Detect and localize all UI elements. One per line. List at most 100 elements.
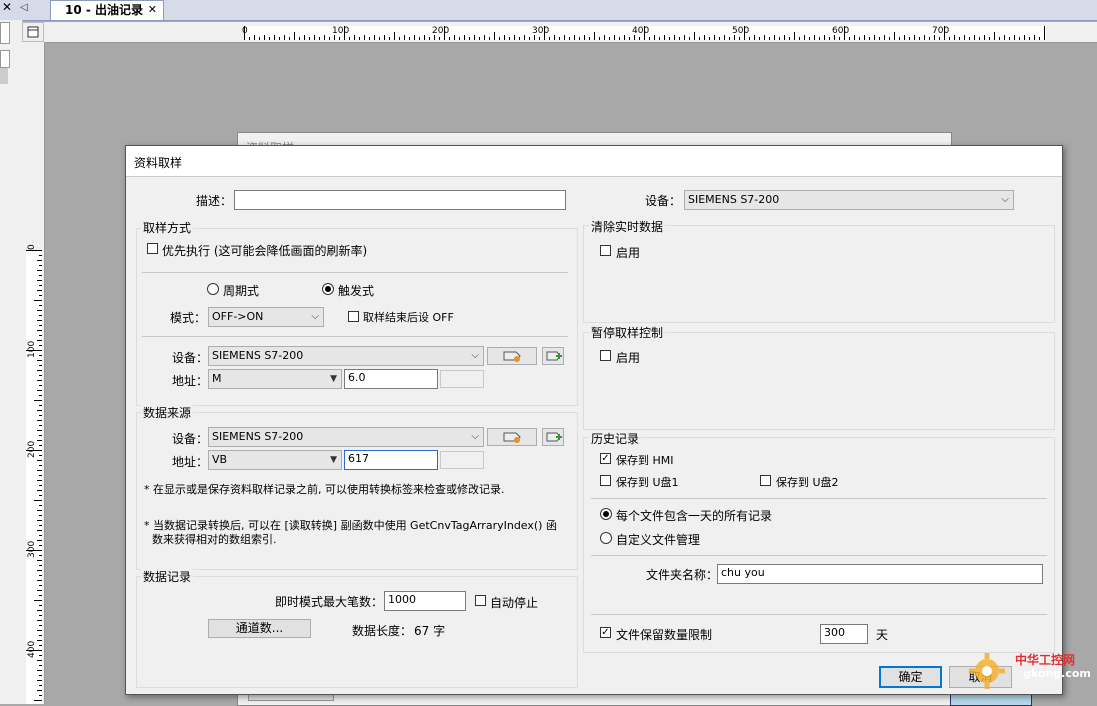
divider bbox=[142, 272, 568, 273]
radio-dot bbox=[325, 286, 331, 292]
watermark-url: gkong.com bbox=[1023, 667, 1091, 680]
dialog-title: 资料取样 bbox=[134, 156, 183, 170]
left-panel bbox=[0, 20, 23, 704]
description-label: 描述： bbox=[196, 194, 233, 208]
tag-gear-icon bbox=[503, 351, 521, 362]
tag-add-icon bbox=[546, 432, 562, 442]
vertical-ruler-ticks bbox=[26, 250, 42, 701]
chevron-down-icon: ⌵ bbox=[1001, 194, 1009, 205]
divider bbox=[591, 555, 1047, 556]
vruler-label: 100 bbox=[27, 340, 37, 358]
sampling-device-value: SIEMENS S7-200 bbox=[212, 349, 304, 362]
document-tab-strip bbox=[0, 0, 1097, 21]
tag-add-button[interactable] bbox=[542, 428, 564, 446]
hruler-label: 100 bbox=[332, 26, 350, 36]
ruler-corner-button[interactable] bbox=[22, 22, 44, 42]
clear-realtime-group-title: 清除实时数据 bbox=[589, 218, 666, 235]
device-select[interactable]: SIEMENS S7-200 ⌵ bbox=[684, 190, 1014, 210]
tag-gear-icon bbox=[503, 432, 521, 443]
caret-down-icon: ▼ bbox=[330, 374, 337, 384]
hruler-label: 300 bbox=[532, 26, 550, 36]
vruler-label: 300 bbox=[27, 540, 37, 558]
divider bbox=[142, 336, 568, 337]
source-address-input[interactable]: 617 bbox=[344, 450, 438, 470]
close-icon[interactable]: ✕ bbox=[2, 0, 12, 14]
ok-button[interactable]: 确定 bbox=[879, 666, 942, 688]
chevron-down-icon: ⌵ bbox=[471, 350, 479, 361]
sampling-device-select[interactable]: SIEMENS S7-200 ⌵ bbox=[208, 346, 484, 366]
save-hmi-label: 保存到 HMI bbox=[616, 454, 674, 467]
source-device-value: SIEMENS S7-200 bbox=[212, 430, 304, 443]
sampling-address-type: M bbox=[212, 372, 222, 385]
mode-select[interactable]: OFF->ON ⌵ bbox=[208, 307, 324, 327]
save-u2-checkbox[interactable] bbox=[760, 475, 771, 486]
clear-realtime-enable-checkbox[interactable] bbox=[600, 245, 611, 256]
sampling-address-extra bbox=[440, 370, 484, 388]
file-limit-label: 文件保留数量限制 bbox=[616, 628, 713, 642]
description-input[interactable] bbox=[234, 190, 566, 210]
tag-settings-button[interactable] bbox=[487, 428, 537, 446]
hruler-label: 500 bbox=[732, 26, 750, 36]
sampling-address-label: 地址： bbox=[172, 374, 209, 388]
divider bbox=[591, 498, 1047, 499]
history-group-title: 历史记录 bbox=[589, 430, 642, 447]
channels-button[interactable]: 通道数... bbox=[208, 619, 311, 638]
custom-file-radio[interactable] bbox=[600, 532, 612, 544]
data-record-group-title: 数据记录 bbox=[141, 568, 194, 585]
tab-close-icon[interactable]: ✕ bbox=[148, 1, 157, 19]
data-length-label: 数据长度： bbox=[352, 624, 413, 638]
vruler-label: 400 bbox=[27, 640, 37, 658]
trigger-radio[interactable] bbox=[322, 283, 334, 295]
off-after-checkbox[interactable] bbox=[348, 311, 359, 322]
file-limit-input[interactable]: 300 bbox=[820, 624, 868, 644]
gear-logo-icon bbox=[969, 653, 1005, 689]
source-device-select[interactable]: SIEMENS S7-200 ⌵ bbox=[208, 427, 484, 447]
source-address-extra bbox=[440, 451, 484, 469]
priority-label: 优先执行 (这可能会降低画面的刷新率) bbox=[162, 244, 368, 258]
chevron-down-icon: ⌵ bbox=[311, 311, 319, 322]
sampling-device-label: 设备： bbox=[172, 351, 209, 365]
pause-control-group bbox=[583, 332, 1055, 430]
save-hmi-checkbox[interactable]: ✓ bbox=[600, 453, 611, 464]
sampling-address-input[interactable]: 6.0 bbox=[344, 369, 438, 389]
custom-file-label: 自定义文件管理 bbox=[616, 533, 701, 547]
chevron-down-icon: ⌵ bbox=[471, 431, 479, 442]
periodic-radio[interactable] bbox=[207, 283, 219, 295]
scroll-left-icon[interactable]: ◁ bbox=[20, 2, 28, 13]
source-note-1: * 在显示或是保存资料取样记录之前, 可以使用转换标签来检查或修改记录. bbox=[144, 483, 505, 496]
priority-checkbox[interactable] bbox=[147, 243, 158, 254]
folder-name-input[interactable]: chu you bbox=[717, 564, 1043, 584]
periodic-label: 周期式 bbox=[223, 284, 260, 298]
max-records-input[interactable]: 1000 bbox=[384, 591, 466, 611]
tag-add-button[interactable] bbox=[542, 347, 564, 365]
auto-stop-label: 自动停止 bbox=[490, 596, 539, 610]
per-day-label: 每个文件包含一天的所有记录 bbox=[616, 509, 773, 523]
source-address-type: VB bbox=[212, 453, 228, 466]
vertical-ruler-scale bbox=[26, 250, 42, 704]
trigger-label: 触发式 bbox=[338, 284, 375, 298]
sampling-dialog: 资料取样 描述： 设备： SIEMENS S7-200 ⌵ 取样方式 优先执行 … bbox=[125, 145, 1063, 695]
source-address-type-select[interactable]: VB ▼ bbox=[208, 450, 342, 470]
hruler-label: 200 bbox=[432, 26, 450, 36]
data-source-group-title: 数据来源 bbox=[141, 404, 194, 421]
tag-settings-button[interactable] bbox=[487, 347, 537, 365]
file-limit-checkbox[interactable]: ✓ bbox=[600, 627, 611, 638]
vruler-label: 200 bbox=[27, 440, 37, 458]
hruler-label: 400 bbox=[632, 26, 650, 36]
pause-enable-checkbox[interactable] bbox=[600, 350, 611, 361]
sampling-address-type-select[interactable]: M ▼ bbox=[208, 369, 342, 389]
device-select-value: SIEMENS S7-200 bbox=[688, 193, 780, 206]
per-day-radio[interactable] bbox=[600, 508, 612, 520]
mode-label: 模式： bbox=[170, 311, 207, 325]
left-panel-control[interactable] bbox=[0, 22, 10, 44]
file-limit-unit: 天 bbox=[876, 628, 889, 642]
tab-output-record[interactable]: 10 - 出油记录 ✕ bbox=[50, 0, 164, 20]
off-after-label: 取样结束后设 OFF bbox=[363, 311, 454, 324]
save-u1-checkbox[interactable] bbox=[600, 475, 611, 486]
left-panel-scrollbar[interactable] bbox=[0, 68, 8, 84]
folder-name-label: 文件夹名称： bbox=[646, 568, 719, 582]
clear-realtime-enable-label: 启用 bbox=[616, 246, 641, 260]
auto-stop-checkbox[interactable] bbox=[475, 595, 486, 606]
left-panel-control[interactable] bbox=[0, 50, 10, 68]
tag-add-icon bbox=[546, 351, 562, 361]
